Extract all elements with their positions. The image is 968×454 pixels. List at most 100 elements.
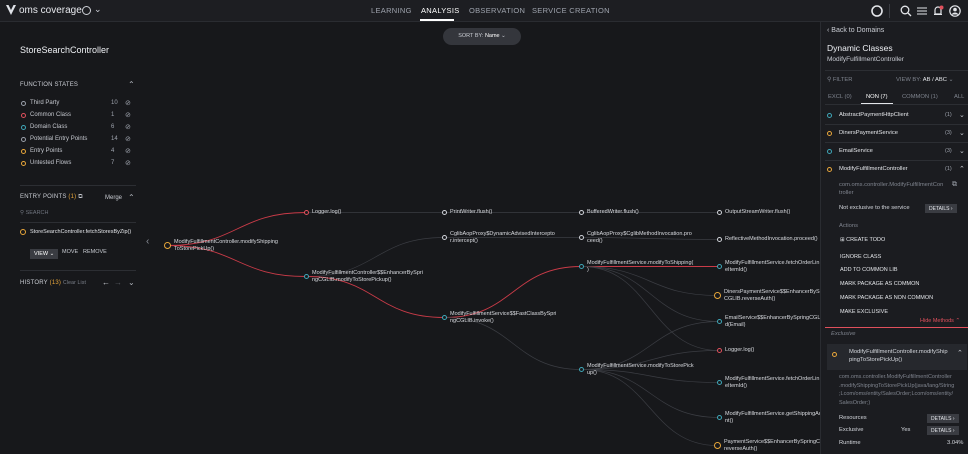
graph-node-svcShipping[interactable]: ModifyFulfillmentService.modifyToShippin… <box>587 260 693 273</box>
view-by-selector[interactable]: VIEW BY: AB / ABC ⌄ <box>896 77 953 83</box>
entry-search[interactable]: ⚲ SEARCH <box>20 210 135 222</box>
graph-node-root-icon[interactable] <box>164 242 171 249</box>
copy-icon[interactable]: ⧉ <box>952 181 957 189</box>
action-add-to-common-lib[interactable]: ADD TO COMMON LIB <box>840 267 898 273</box>
graph-node-logger2-icon[interactable] <box>717 348 722 353</box>
action-mark-package-as-non-common[interactable]: MARK PACKAGE AS NON COMMON <box>840 295 933 301</box>
search-input[interactable]: SEARCH <box>26 210 49 216</box>
graph-node-cglib-icon[interactable] <box>442 235 447 240</box>
eye-off-icon[interactable]: ⊘ <box>125 111 131 119</box>
graph-node-fetchOrder2[interactable]: ModifyFulfillmentService.fetchOrderLin e… <box>725 376 819 389</box>
chevron-down-icon[interactable]: ⌄ <box>959 129 965 137</box>
list-icon[interactable] <box>915 4 929 18</box>
graph-node-logger2[interactable]: Logger.log() <box>725 347 754 354</box>
tab-common[interactable]: COMMON (1) <box>902 94 938 100</box>
merge-button[interactable]: Merge <box>105 195 122 201</box>
graph-node-fastclass-icon[interactable] <box>442 315 447 320</box>
tab-analysis[interactable]: ANALYSIS <box>421 6 460 15</box>
tab-excl[interactable]: EXCL (0) <box>828 94 852 100</box>
collapse-chevron-icon[interactable]: ⌃ <box>128 193 135 202</box>
graph-node-svcPick[interactable]: ModifyFulfillmentService.modifyToStorePi… <box>587 363 694 376</box>
eye-off-icon[interactable]: ⊘ <box>125 99 131 107</box>
back-arrow-icon[interactable]: ← <box>102 278 110 287</box>
graph-node-diners[interactable]: DinersPaymentService$$EnhancerBySp CGLIB… <box>724 289 823 302</box>
tab-learning[interactable]: LEARNING <box>371 6 412 15</box>
class-list-item[interactable]: DinersPaymentService (3) ⌄ <box>827 129 967 141</box>
graph-node-root[interactable]: ModifyFulfillmentController.modifyShippi… <box>174 239 278 252</box>
tab-observation[interactable]: OBSERVATION <box>469 6 525 15</box>
function-state-row[interactable]: Common Class 1 ⊘ <box>20 112 135 122</box>
action-create-todo[interactable]: ⊞ CREATE TODO <box>840 237 885 243</box>
tab-service-creation[interactable]: SERVICE CREATION <box>532 6 610 15</box>
graph-node-print-icon[interactable] <box>442 210 447 215</box>
filter-field[interactable]: ⚲ FILTER <box>827 77 852 83</box>
graph-node-print[interactable]: PrintWriter.flush() <box>450 209 492 216</box>
graph-node-logger1-icon[interactable] <box>304 210 309 215</box>
graph-node-diners-icon[interactable] <box>714 292 721 299</box>
move-button[interactable]: MOVE <box>62 249 78 255</box>
graph-node-svcPick-icon[interactable] <box>579 367 584 372</box>
view-button[interactable]: VIEW ⌄ <box>30 249 59 259</box>
app-title[interactable]: oms coverage <box>19 5 82 16</box>
collapse-chevron-icon[interactable]: ⌃ <box>128 80 135 89</box>
exclusive-details-button[interactable]: DETAILS › <box>927 426 959 435</box>
tab-all[interactable]: ALL <box>954 94 964 100</box>
graph-node-buffered-icon[interactable] <box>579 210 584 215</box>
back-to-domains-link[interactable]: ‹ Back to Domains <box>827 27 884 34</box>
action-make-exclusive[interactable]: MAKE EXCLUSIVE <box>840 309 888 315</box>
function-state-row[interactable]: Potential Entry Points 14 ⊘ <box>20 136 135 146</box>
graph-node-svcShipping-icon[interactable] <box>579 264 584 269</box>
forward-arrow-icon[interactable]: → <box>114 278 122 287</box>
graph-node-fetchOrder2-icon[interactable] <box>717 380 722 385</box>
graph-node-reflective-icon[interactable] <box>717 237 722 242</box>
eye-off-icon[interactable]: ⊘ <box>125 123 131 131</box>
class-list-item[interactable]: AbstractPaymentHttpClient (1) ⌄ <box>827 111 967 123</box>
function-state-row[interactable]: Third Party 10 ⊘ <box>20 100 135 110</box>
function-state-row[interactable]: Untested Flows 7 ⊘ <box>20 160 135 170</box>
eye-off-icon[interactable]: ⊘ <box>125 159 131 167</box>
chevron-down-icon[interactable]: ⌄ <box>959 111 965 119</box>
copy-icon[interactable]: ⧉ <box>78 194 82 200</box>
graph-node-cglibmi-icon[interactable] <box>579 235 584 240</box>
action-ignore-class[interactable]: IGNORE CLASS <box>840 254 881 260</box>
search-icon[interactable] <box>899 4 913 18</box>
graph-node-payment-icon[interactable] <box>714 442 721 449</box>
expand-chevron-icon[interactable]: ⌄ <box>128 278 135 287</box>
graph-node-enhancer-icon[interactable] <box>304 274 309 279</box>
eye-off-icon[interactable]: ⊘ <box>125 135 131 143</box>
collapse-chevron-icon[interactable]: ⌃ <box>957 349 963 357</box>
function-state-row[interactable]: Entry Points 4 ⊘ <box>20 148 135 158</box>
bell-icon[interactable] <box>931 4 945 18</box>
graph-node-getShipping[interactable]: ModifyFulfillmentService.getShippingAd n… <box>725 411 822 424</box>
status-circle-icon[interactable] <box>870 4 884 18</box>
graph-node-email[interactable]: EmailService$$EnhancerBySpringCGLI d(Ema… <box>725 315 822 328</box>
graph-node-payment[interactable]: PaymentService$$EnhancerBySpringCGL reve… <box>724 439 827 452</box>
graph-node-cglibmi[interactable]: CglibAopProxy$CglibMethodInvocation.pro … <box>587 231 692 244</box>
chevron-down-icon[interactable]: ⌄ <box>959 147 965 155</box>
graph-node-buffered[interactable]: BufferedWriter.flush() <box>587 209 639 216</box>
function-state-row[interactable]: Domain Class 6 ⊘ <box>20 124 135 134</box>
chevron-down-icon[interactable]: ⌄ <box>94 4 102 15</box>
resources-details-button[interactable]: DETAILS › <box>927 414 959 423</box>
graph-node-fetchOrder1[interactable]: ModifyFulfillmentService.fetchOrderLin e… <box>725 260 819 273</box>
action-mark-package-as-common[interactable]: MARK PACKAGE AS COMMON <box>840 281 919 287</box>
remove-button[interactable]: REMOVE <box>83 249 107 255</box>
graph-node-reflective[interactable]: ReflectiveMethodInvocation.proceed() <box>725 236 818 243</box>
graph-node-output[interactable]: OutputStreamWriter.flush() <box>725 209 790 216</box>
chevron-up-icon[interactable]: ⌃ <box>959 165 965 173</box>
graph-node-fetchOrder1-icon[interactable] <box>717 264 722 269</box>
class-list-item[interactable]: ModifyFulfillmentController (1) ⌃ <box>827 165 967 177</box>
hide-methods-link[interactable]: Hide Methods ⌃ <box>920 318 960 324</box>
eye-off-icon[interactable]: ⊘ <box>125 147 131 155</box>
user-avatar-icon[interactable] <box>948 4 962 18</box>
details-button[interactable]: DETAILS › <box>925 204 957 213</box>
graph-node-output-icon[interactable] <box>717 210 722 215</box>
graph-node-email-icon[interactable] <box>717 319 722 324</box>
sort-by-dropdown[interactable]: SORT BY: Name ⌄ <box>443 28 521 45</box>
call-graph[interactable]: ModifyFulfillmentController.modifyShippi… <box>145 23 827 454</box>
filter-input[interactable]: FILTER <box>833 77 853 83</box>
graph-node-fastclass[interactable]: ModifyFulfillmentService$$FastClassBySpr… <box>450 311 556 324</box>
clear-list-link[interactable]: Clear List <box>63 280 86 286</box>
graph-node-logger1[interactable]: Logger.log() <box>312 209 341 216</box>
class-list-item[interactable]: EmailService (3) ⌄ <box>827 147 967 159</box>
